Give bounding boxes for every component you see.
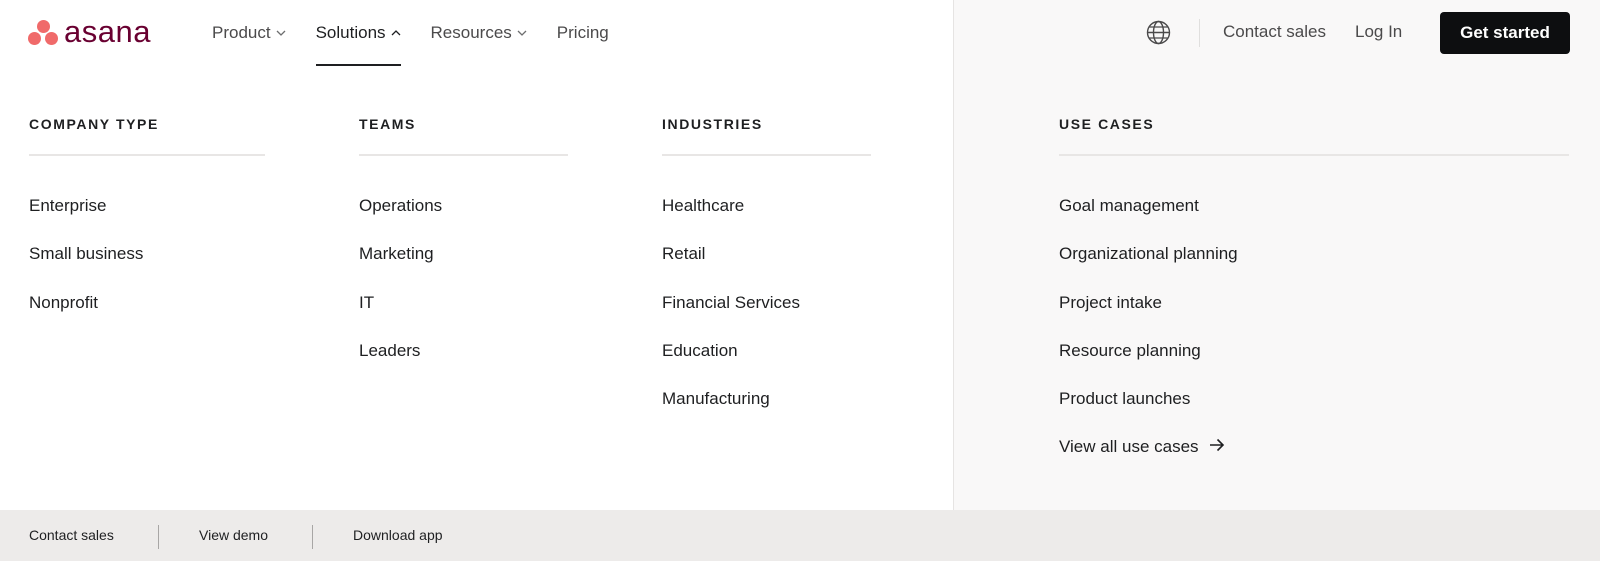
menu-item-nonprofit[interactable]: Nonprofit <box>29 293 265 341</box>
use-cases-column: USE CASES Goal management Organizational… <box>1059 116 1569 486</box>
teams-list: Operations Marketing IT Leaders <box>359 196 568 389</box>
top-navigation: asana Product Solutions Resources Pricin… <box>0 0 1600 66</box>
asana-logo[interactable]: asana <box>28 13 151 49</box>
menu-item-small-business[interactable]: Small business <box>29 244 265 292</box>
footer-view-demo-link[interactable]: View demo <box>199 527 268 543</box>
menu-item-marketing[interactable]: Marketing <box>359 244 568 292</box>
use-cases-list: Goal management Organizational planning … <box>1059 196 1569 486</box>
use-cases-heading: USE CASES <box>1059 116 1155 132</box>
chevron-down-icon <box>517 28 527 39</box>
nav-pricing[interactable]: Pricing <box>557 0 609 66</box>
menu-footer-bar: Contact sales View demo Download app <box>0 510 1600 561</box>
chevron-up-icon <box>391 28 401 39</box>
get-started-button[interactable]: Get started <box>1440 12 1570 54</box>
footer-divider <box>158 525 159 549</box>
nav-resources-label: Resources <box>430 23 512 42</box>
column-divider <box>29 154 265 156</box>
nav-product-label: Product <box>212 23 271 42</box>
arrow-right-icon <box>1209 437 1225 457</box>
log-in-link[interactable]: Log In <box>1355 22 1402 42</box>
industries-heading: INDUSTRIES <box>662 116 763 132</box>
menu-item-enterprise[interactable]: Enterprise <box>29 196 265 244</box>
view-all-use-cases-label: View all use cases <box>1059 437 1199 457</box>
teams-heading: TEAMS <box>359 116 416 132</box>
company-type-list: Enterprise Small business Nonprofit <box>29 196 265 341</box>
asana-dots-icon <box>28 20 58 46</box>
menu-item-goal-management[interactable]: Goal management <box>1059 196 1569 244</box>
globe-icon[interactable] <box>1146 20 1171 45</box>
menu-item-education[interactable]: Education <box>662 341 871 389</box>
nav-resources[interactable]: Resources <box>431 0 527 66</box>
menu-item-it[interactable]: IT <box>359 293 568 341</box>
menu-item-healthcare[interactable]: Healthcare <box>662 196 871 244</box>
asana-wordmark: asana <box>64 13 151 49</box>
nav-divider <box>1199 19 1200 47</box>
view-all-use-cases-link[interactable]: View all use cases <box>1059 437 1569 485</box>
main-nav: Product Solutions Resources Pricing <box>212 0 639 66</box>
footer-divider <box>312 525 313 549</box>
industries-column: INDUSTRIES Healthcare Retail Financial S… <box>662 116 871 437</box>
column-divider <box>359 154 568 156</box>
menu-item-operations[interactable]: Operations <box>359 196 568 244</box>
nav-solutions[interactable]: Solutions <box>315 0 401 66</box>
menu-item-leaders[interactable]: Leaders <box>359 341 568 389</box>
nav-solutions-label: Solutions <box>315 23 386 42</box>
footer-download-app-link[interactable]: Download app <box>353 527 443 543</box>
teams-column: TEAMS Operations Marketing IT Leaders <box>359 116 568 389</box>
nav-product[interactable]: Product <box>212 0 286 66</box>
nav-pricing-label: Pricing <box>556 23 609 42</box>
menu-item-organizational-planning[interactable]: Organizational planning <box>1059 244 1569 292</box>
chevron-down-icon <box>276 28 286 39</box>
column-divider <box>1059 154 1569 156</box>
menu-item-manufacturing[interactable]: Manufacturing <box>662 389 871 437</box>
menu-item-resource-planning[interactable]: Resource planning <box>1059 341 1569 389</box>
column-divider <box>662 154 871 156</box>
company-type-heading: COMPANY TYPE <box>29 116 159 132</box>
menu-item-financial-services[interactable]: Financial Services <box>662 293 871 341</box>
contact-sales-link[interactable]: Contact sales <box>1223 22 1326 42</box>
menu-item-project-intake[interactable]: Project intake <box>1059 293 1569 341</box>
menu-item-product-launches[interactable]: Product launches <box>1059 389 1569 437</box>
industries-list: Healthcare Retail Financial Services Edu… <box>662 196 871 437</box>
company-type-column: COMPANY TYPE Enterprise Small business N… <box>29 116 265 341</box>
menu-item-retail[interactable]: Retail <box>662 244 871 292</box>
footer-contact-sales-link[interactable]: Contact sales <box>29 527 114 543</box>
